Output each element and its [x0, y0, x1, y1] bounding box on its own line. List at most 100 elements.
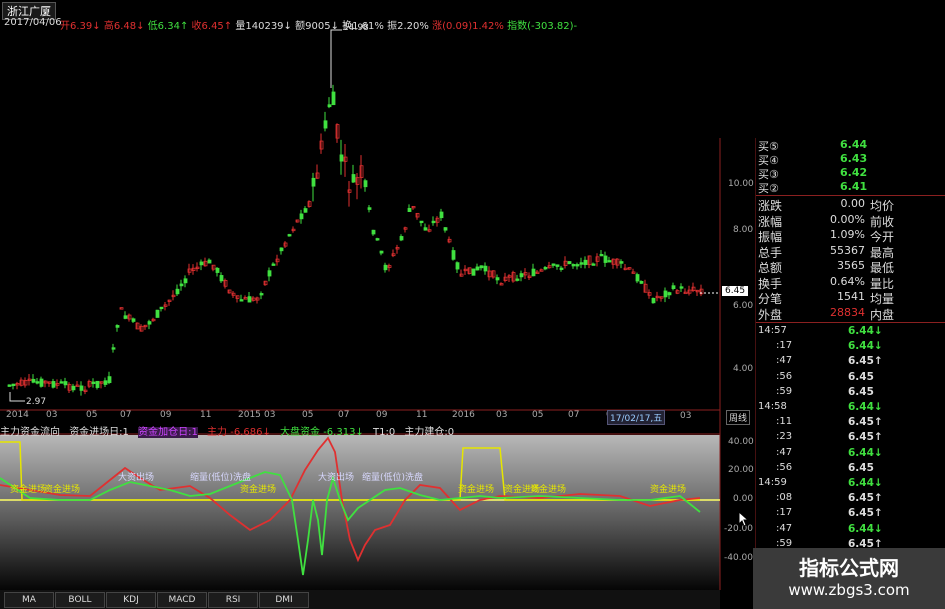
- candle: [671, 285, 676, 289]
- candle: [323, 120, 328, 129]
- candle: [239, 299, 244, 302]
- tick-price: 6.45↑: [848, 355, 883, 368]
- stat-label-2: 均量: [870, 292, 895, 306]
- date-label: 2017/04/06: [4, 17, 62, 28]
- candle: [267, 270, 272, 277]
- candle: [107, 376, 112, 384]
- tick-row: :59 6.45: [756, 386, 945, 401]
- indicator-signal-label: 大资出场: [318, 471, 354, 483]
- indicator-signal-label: 资金进场: [530, 483, 566, 495]
- tick-row: :17 6.45↑: [756, 507, 945, 522]
- tick-price: 6.44↓: [848, 446, 883, 459]
- candle: [71, 385, 76, 391]
- candle: [95, 380, 100, 388]
- stat-label: 外盘: [758, 307, 783, 322]
- candle: [571, 264, 576, 267]
- candle: [519, 273, 524, 278]
- time-tick: 07: [338, 410, 350, 420]
- candle: [351, 174, 356, 183]
- candle: [407, 208, 412, 212]
- tab-rsi[interactable]: RSI: [208, 592, 258, 608]
- candle: [111, 347, 116, 350]
- time-tick: 07: [120, 410, 132, 420]
- stat-row: 外盘 28834 内盘: [756, 305, 945, 322]
- tab-ma[interactable]: MA: [4, 592, 54, 608]
- candle: [375, 238, 380, 241]
- tick-price: 6.45: [848, 461, 874, 474]
- tab-boll[interactable]: BOLL: [55, 592, 105, 608]
- tick-time: :23: [776, 431, 793, 443]
- candle: [271, 263, 276, 266]
- ind-tick-20: 20.00: [728, 465, 754, 475]
- stat-label-2: 内盘: [870, 307, 895, 322]
- candle: [383, 264, 388, 271]
- candle: [379, 250, 384, 254]
- candle: [51, 381, 56, 388]
- ind-tick-neg40: -40.00: [724, 553, 754, 563]
- candle: [215, 267, 220, 273]
- candle: [603, 255, 608, 263]
- peak-price-label: 14.98: [343, 23, 369, 33]
- stat-row: 分笔 1541 均量: [756, 290, 945, 306]
- stat-value: 0.00%: [830, 212, 865, 226]
- stat-value: 28834: [830, 305, 865, 319]
- candle: [131, 318, 136, 322]
- tick-price: 6.44↓: [848, 325, 883, 337]
- candle: [123, 315, 128, 319]
- stat-label-2: 均价: [870, 199, 895, 213]
- candle: [363, 180, 368, 188]
- candle: [259, 293, 264, 296]
- tab-dmi[interactable]: DMI: [259, 592, 309, 608]
- stat-value: 0.64%: [830, 274, 865, 288]
- mouse-cursor-icon: [738, 511, 750, 527]
- indicator-signal-label: 资金进场: [240, 483, 276, 495]
- cursor-tab[interactable]: 03: [680, 411, 691, 421]
- bid-row: 买③ 6.42: [756, 166, 945, 181]
- current-price-marker: 6.45: [722, 286, 749, 296]
- candle: [367, 207, 372, 210]
- candle: [443, 227, 448, 231]
- stat-value: 3565: [837, 259, 865, 272]
- candle: [531, 268, 536, 277]
- tick-time: :08: [776, 492, 793, 504]
- tab-kdj[interactable]: KDJ: [106, 592, 156, 608]
- indicator-signal-label: 资金进场: [10, 483, 46, 495]
- indicator-header: 主力资金流向 资金进场日:1 资金加仓日:1 主力 -6.686↓ 大盘资金 -…: [0, 423, 720, 438]
- stat-label: 换手: [758, 276, 783, 291]
- indicator-tabs: MA BOLL KDJ MACD RSI DMI: [0, 590, 720, 609]
- stat-row: 总额 3565 最低: [756, 259, 945, 275]
- candle: [455, 262, 460, 270]
- candle: [559, 267, 564, 270]
- tick-price: 6.45: [848, 385, 874, 398]
- stat-label-2: 今开: [870, 230, 895, 244]
- candle: [147, 321, 152, 325]
- tick-row: 14:57 6.44↓: [756, 325, 945, 340]
- tick-price: 6.45↑: [848, 507, 883, 520]
- stat-label: 振幅: [758, 230, 783, 244]
- low-value: 低6.34↑: [147, 21, 189, 32]
- tick-time: :47: [776, 446, 793, 458]
- indicator-signal-label: 缩量(低位)洗盘: [362, 471, 423, 483]
- candle: [567, 261, 572, 265]
- tick-time: 14:57: [758, 325, 787, 336]
- stat-row: 换手 0.64% 量比: [756, 274, 945, 291]
- candle: [303, 208, 308, 213]
- watermark-title: 指标公式网: [799, 556, 899, 580]
- high-value: 高6.48↓: [103, 21, 145, 32]
- candle: [483, 265, 488, 272]
- stat-label: 总额: [758, 261, 783, 275]
- candle: [279, 247, 284, 252]
- tick-time: :17: [776, 340, 793, 352]
- tick-row: :56 6.45: [756, 462, 945, 477]
- tab-macd[interactable]: MACD: [157, 592, 207, 608]
- tick-price: 6.44↓: [848, 522, 883, 535]
- tick-time: :59: [776, 385, 793, 397]
- period-tab[interactable]: 周线: [726, 410, 751, 425]
- tick-time: :56: [776, 370, 793, 382]
- stat-label: 涨幅: [758, 214, 783, 229]
- tick-row: :56 6.45: [756, 371, 945, 386]
- price-tick-10: 10.00: [728, 179, 754, 189]
- candle: [159, 306, 164, 310]
- candle: [591, 263, 596, 266]
- indicator-signal-label: 资金进场: [650, 483, 686, 495]
